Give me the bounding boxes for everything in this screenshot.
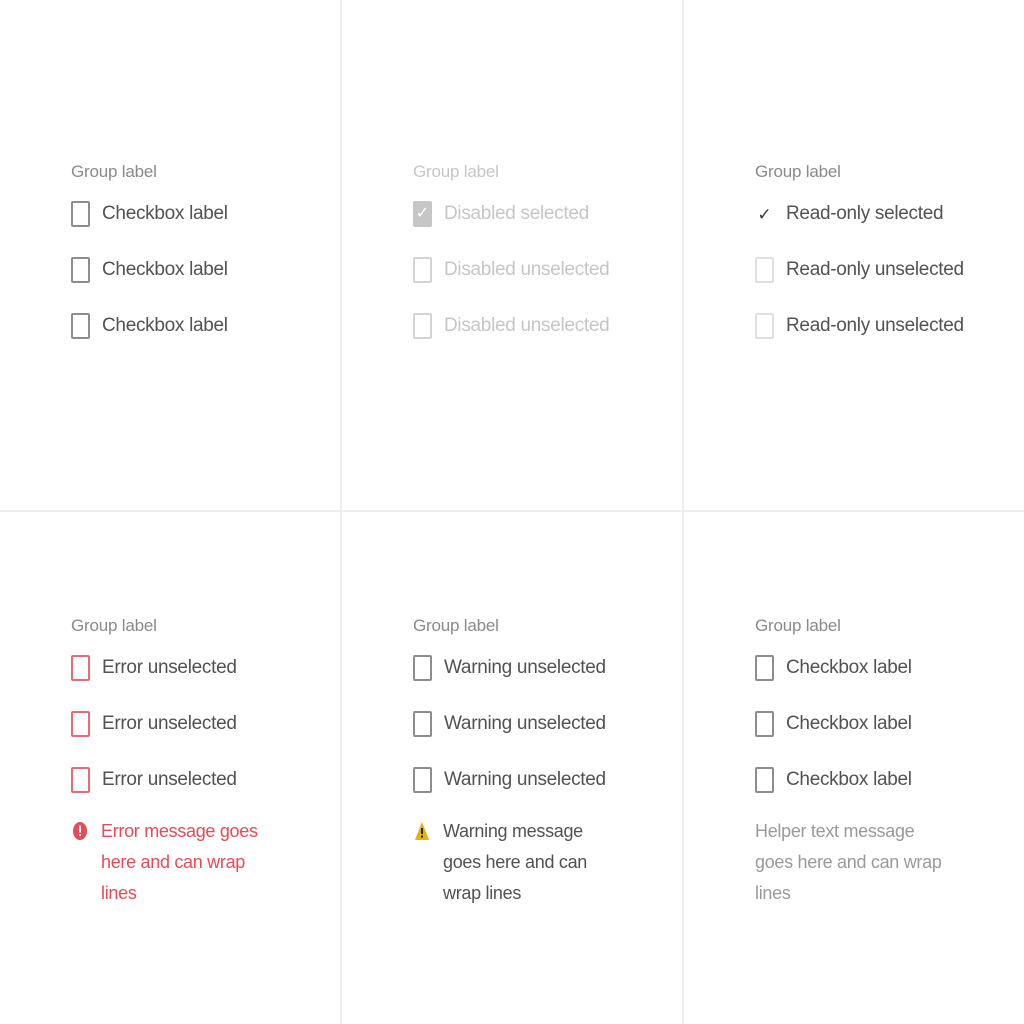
checkbox-item[interactable]: Error unselected [71, 708, 371, 740]
checkbox-label: Error unselected [102, 713, 237, 734]
checkbox-icon [413, 257, 432, 283]
warning-message-text: Warning message goes here and can wrap l… [443, 821, 588, 903]
checkbox-checked-icon: ✓ [413, 201, 432, 227]
checkbox-label: Checkbox label [102, 259, 228, 280]
checkbox-label: Read-only unselected [786, 315, 964, 336]
checkbox-label: Checkbox label [786, 713, 912, 734]
warning-message: Warning message goes here and can wrap l… [413, 816, 713, 909]
checkbox-label: Error unselected [102, 769, 237, 790]
group-label: Group label [755, 616, 841, 635]
checkbox-label: Disabled unselected [444, 315, 610, 336]
checkbox-icon[interactable] [71, 767, 90, 793]
checkbox-icon[interactable] [755, 655, 774, 681]
checkbox-item[interactable]: Checkbox label [755, 708, 1024, 740]
checkbox-label: Read-only selected [786, 203, 944, 224]
checkbox-item[interactable]: Checkbox label [71, 198, 371, 230]
checkbox-item[interactable]: Warning unselected [413, 652, 713, 684]
warning-filled-icon [413, 820, 431, 842]
checkbox-item: ✓ Read-only selected [755, 198, 1024, 230]
checkbox-icon[interactable] [71, 711, 90, 737]
checkbox-icon[interactable] [413, 767, 432, 793]
checkbox-label: Disabled unselected [444, 259, 610, 280]
checkbox-item: Disabled unselected [413, 254, 713, 286]
checkmark-icon: ✓ [757, 204, 772, 224]
error-checkbox-group: Group label Error unselected Error unsel… [71, 614, 371, 909]
checkbox-icon[interactable] [71, 655, 90, 681]
checkbox-label: Checkbox label [102, 315, 228, 336]
checkbox-icon[interactable] [71, 257, 90, 283]
checkbox-label: Warning unselected [444, 769, 606, 790]
readonly-checkbox-group: Group label ✓ Read-only selected Read-on… [755, 160, 1024, 366]
checkbox-item: ✓ Disabled selected [413, 198, 713, 230]
group-label: Group label [755, 162, 841, 181]
checkbox-label: Warning unselected [444, 657, 606, 678]
checkbox-icon[interactable] [71, 313, 90, 339]
checkbox-states-grid: Group label Checkbox label Checkbox labe… [0, 0, 1024, 1024]
error-filled-icon [71, 820, 89, 842]
group-label: Group label [71, 616, 157, 635]
checkbox-item: Disabled unselected [413, 310, 713, 342]
checkbox-label: Read-only unselected [786, 259, 964, 280]
checkbox-item[interactable]: Warning unselected [413, 708, 713, 740]
checkbox-label: Checkbox label [786, 769, 912, 790]
checkbox-label: Checkbox label [786, 657, 912, 678]
checkbox-icon[interactable] [413, 655, 432, 681]
checkbox-icon [413, 313, 432, 339]
disabled-checkbox-group: Group label ✓ Disabled selected Disabled… [413, 160, 713, 366]
checkbox-label: Error unselected [102, 657, 237, 678]
checkbox-item: Read-only unselected [755, 254, 1024, 286]
group-label: Group label [413, 616, 499, 635]
checkbox-item[interactable]: Checkbox label [755, 764, 1024, 796]
checkbox-label: Disabled selected [444, 203, 589, 224]
checkbox-label: Checkbox label [102, 203, 228, 224]
default-checkbox-group: Group label Checkbox label Checkbox labe… [71, 160, 371, 366]
checkbox-item[interactable]: Checkbox label [755, 652, 1024, 684]
group-label: Group label [71, 162, 157, 181]
row-divider [0, 510, 1024, 512]
checkbox-item[interactable]: Error unselected [71, 764, 371, 796]
checkbox-item[interactable]: Checkbox label [71, 310, 371, 342]
helper-checkbox-group: Group label Checkbox label Checkbox labe… [755, 614, 1024, 909]
checkbox-icon [755, 313, 774, 339]
checkbox-item: Read-only unselected [755, 310, 1024, 342]
checkbox-icon[interactable] [755, 711, 774, 737]
checkbox-icon[interactable] [413, 711, 432, 737]
error-message: Error message goes here and can wrap lin… [71, 816, 371, 909]
checkbox-item[interactable]: Warning unselected [413, 764, 713, 796]
group-label: Group label [413, 162, 499, 181]
checkbox-icon[interactable] [755, 767, 774, 793]
helper-text: Helper text message goes here and can wr… [755, 821, 942, 903]
checkbox-item[interactable]: Checkbox label [71, 254, 371, 286]
checkbox-item[interactable]: Error unselected [71, 652, 371, 684]
checkbox-icon [755, 257, 774, 283]
warning-checkbox-group: Group label Warning unselected Warning u… [413, 614, 713, 909]
checkbox-label: Warning unselected [444, 713, 606, 734]
checkbox-icon[interactable] [71, 201, 90, 227]
error-message-text: Error message goes here and can wrap lin… [101, 821, 258, 903]
